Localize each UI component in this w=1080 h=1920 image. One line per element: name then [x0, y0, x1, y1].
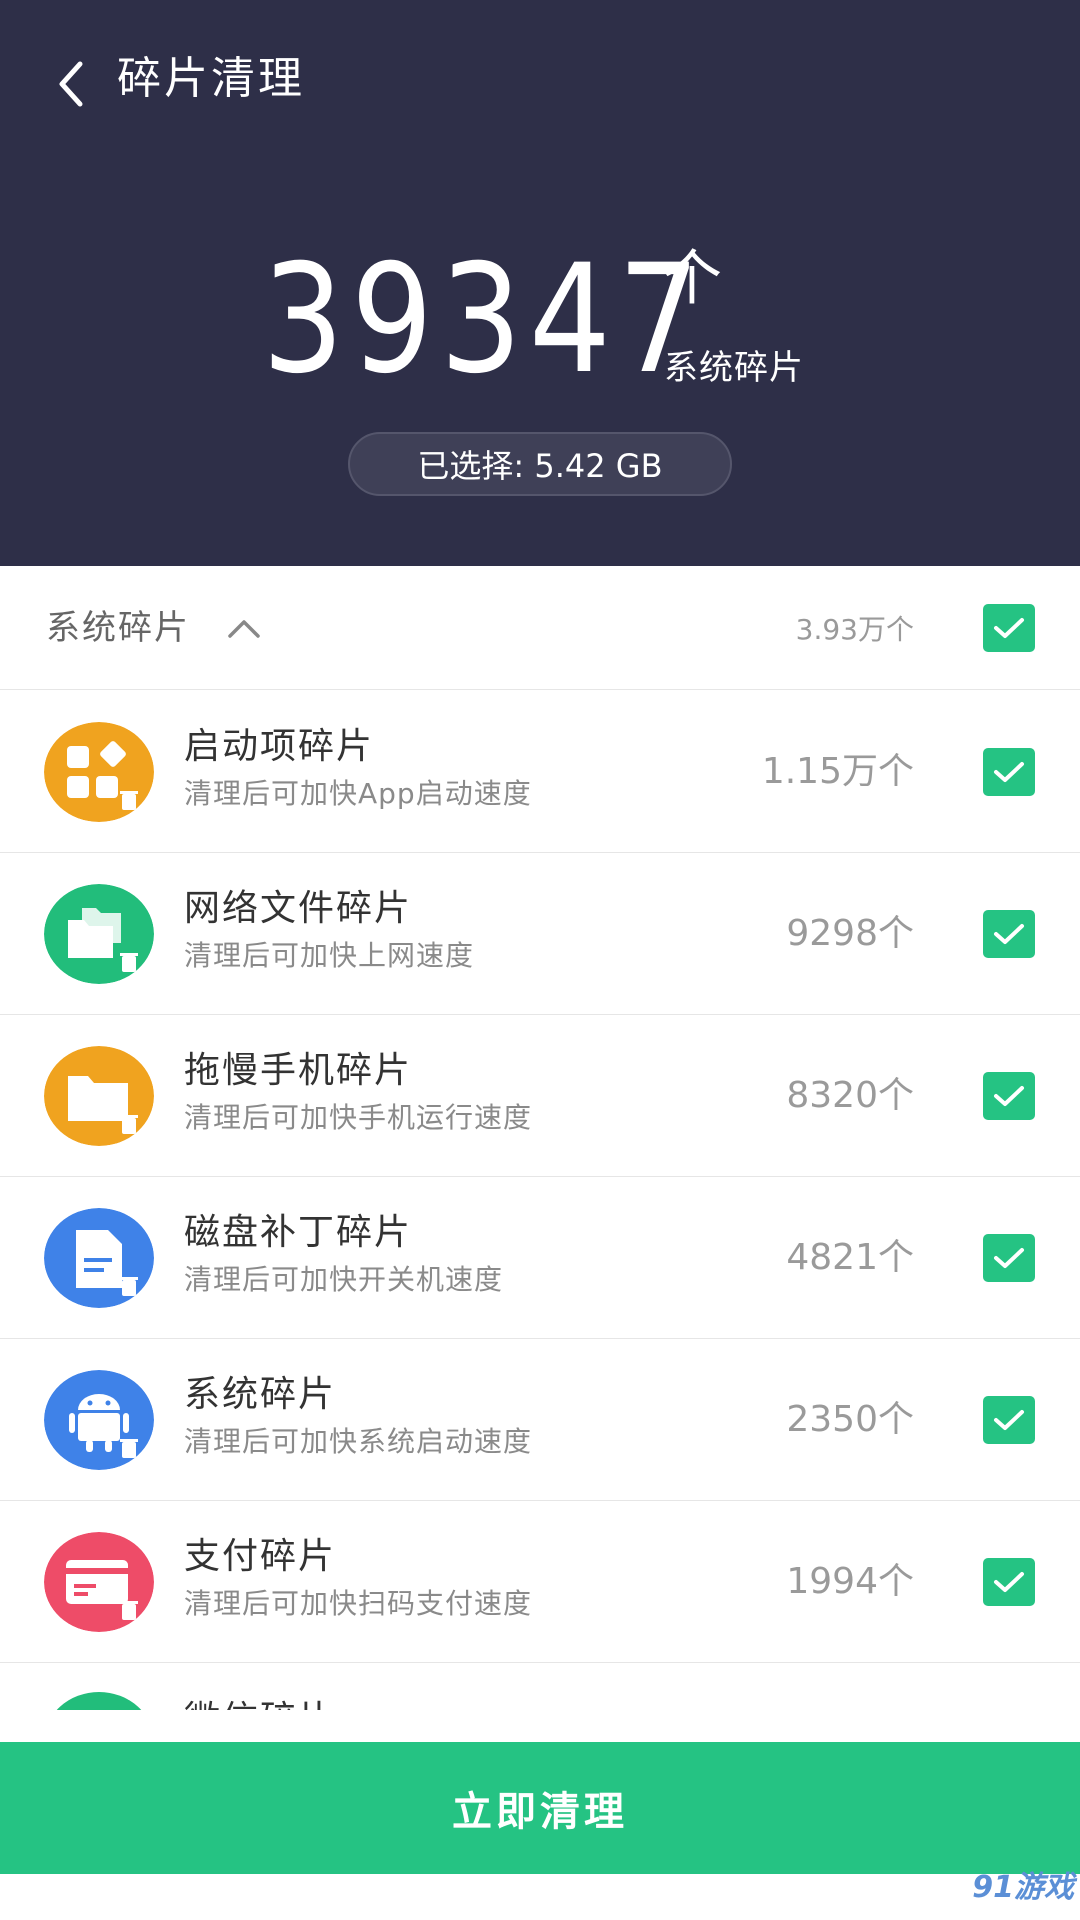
count-unit: 个: [662, 244, 722, 314]
apps-grid-icon: [44, 722, 154, 822]
section-header[interactable]: 系统碎片 3.93万个: [0, 566, 1080, 690]
item-checkbox[interactable]: [983, 1558, 1035, 1606]
check-icon: [994, 618, 1024, 638]
item-description: 清理后可加快App启动速度: [184, 777, 532, 810]
header: 碎片清理 39347 个 系统碎片 已选择: 5.42 GB: [0, 0, 1080, 566]
list-item-wechat-partial[interactable]: 微信碎片: [0, 1660, 1080, 1710]
list-item-startup[interactable]: 启动项碎片 清理后可加快App启动速度 1.15万个: [0, 691, 1080, 853]
item-title: 网络文件碎片: [184, 888, 413, 929]
item-title: 拖慢手机碎片: [184, 1050, 413, 1091]
item-description: 清理后可加快手机运行速度: [184, 1101, 533, 1134]
check-icon: [994, 1086, 1024, 1106]
list-item-disk-patch[interactable]: 磁盘补丁碎片 清理后可加快开关机速度 4821个: [0, 1177, 1080, 1339]
section-checkbox[interactable]: [983, 604, 1035, 652]
list-item-network[interactable]: 网络文件碎片 清理后可加快上网速度 9298个: [0, 853, 1080, 1015]
list-item-payment[interactable]: 支付碎片 清理后可加快扫码支付速度 1994个: [0, 1501, 1080, 1663]
item-description: 清理后可加快开关机速度: [184, 1263, 504, 1296]
item-count: 9298个: [786, 913, 914, 954]
check-icon: [994, 1248, 1024, 1268]
folders-icon: [44, 884, 154, 984]
item-description: 清理后可加快扫码支付速度: [184, 1587, 533, 1620]
count-subtitle: 系统碎片: [664, 348, 804, 388]
item-description: 清理后可加快上网速度: [184, 939, 475, 972]
item-count: 4821个: [786, 1237, 914, 1278]
item-checkbox[interactable]: [983, 748, 1035, 796]
watermark-logo: 91游戏: [972, 1870, 1074, 1905]
document-icon: [44, 1208, 154, 1308]
check-icon: [994, 924, 1024, 944]
selected-size-badge: 已选择: 5.42 GB: [348, 432, 732, 496]
item-count: 8320个: [786, 1075, 914, 1116]
back-button[interactable]: [48, 46, 104, 110]
item-checkbox[interactable]: [983, 1396, 1035, 1444]
wechat-category-icon: [56, 1692, 142, 1710]
item-count: 1.15万个: [761, 751, 914, 792]
section-count: 3.93万个: [795, 613, 914, 646]
item-checkbox[interactable]: [983, 910, 1035, 958]
item-checkbox[interactable]: [983, 1072, 1035, 1120]
item-count: 2350个: [786, 1399, 914, 1440]
section-title: 系统碎片: [46, 608, 190, 648]
fragment-total-count: 39347: [262, 233, 707, 407]
item-description: 清理后可加快系统启动速度: [184, 1425, 533, 1458]
item-count: 1994个: [786, 1561, 914, 1602]
item-title: 微信碎片: [184, 1696, 336, 1710]
check-icon: [994, 1572, 1024, 1592]
folder-icon: [44, 1046, 154, 1146]
check-icon: [994, 1410, 1024, 1430]
card-icon: [44, 1532, 154, 1632]
item-title: 启动项碎片: [184, 726, 375, 767]
list-item-slowdown[interactable]: 拖慢手机碎片 清理后可加快手机运行速度 8320个: [0, 1015, 1080, 1177]
chevron-up-icon[interactable]: [224, 612, 264, 642]
clean-now-button[interactable]: 立即清理: [0, 1742, 1080, 1874]
back-arrow-icon: [59, 61, 83, 107]
item-title: 支付碎片: [184, 1536, 337, 1577]
android-icon: [44, 1370, 154, 1470]
list-item-system[interactable]: 系统碎片 清理后可加快系统启动速度 2350个: [0, 1339, 1080, 1501]
page-title: 碎片清理: [117, 53, 305, 104]
item-checkbox[interactable]: [983, 1234, 1035, 1282]
check-icon: [994, 762, 1024, 782]
item-title: 系统碎片: [184, 1374, 337, 1415]
item-title: 磁盘补丁碎片: [184, 1212, 413, 1253]
